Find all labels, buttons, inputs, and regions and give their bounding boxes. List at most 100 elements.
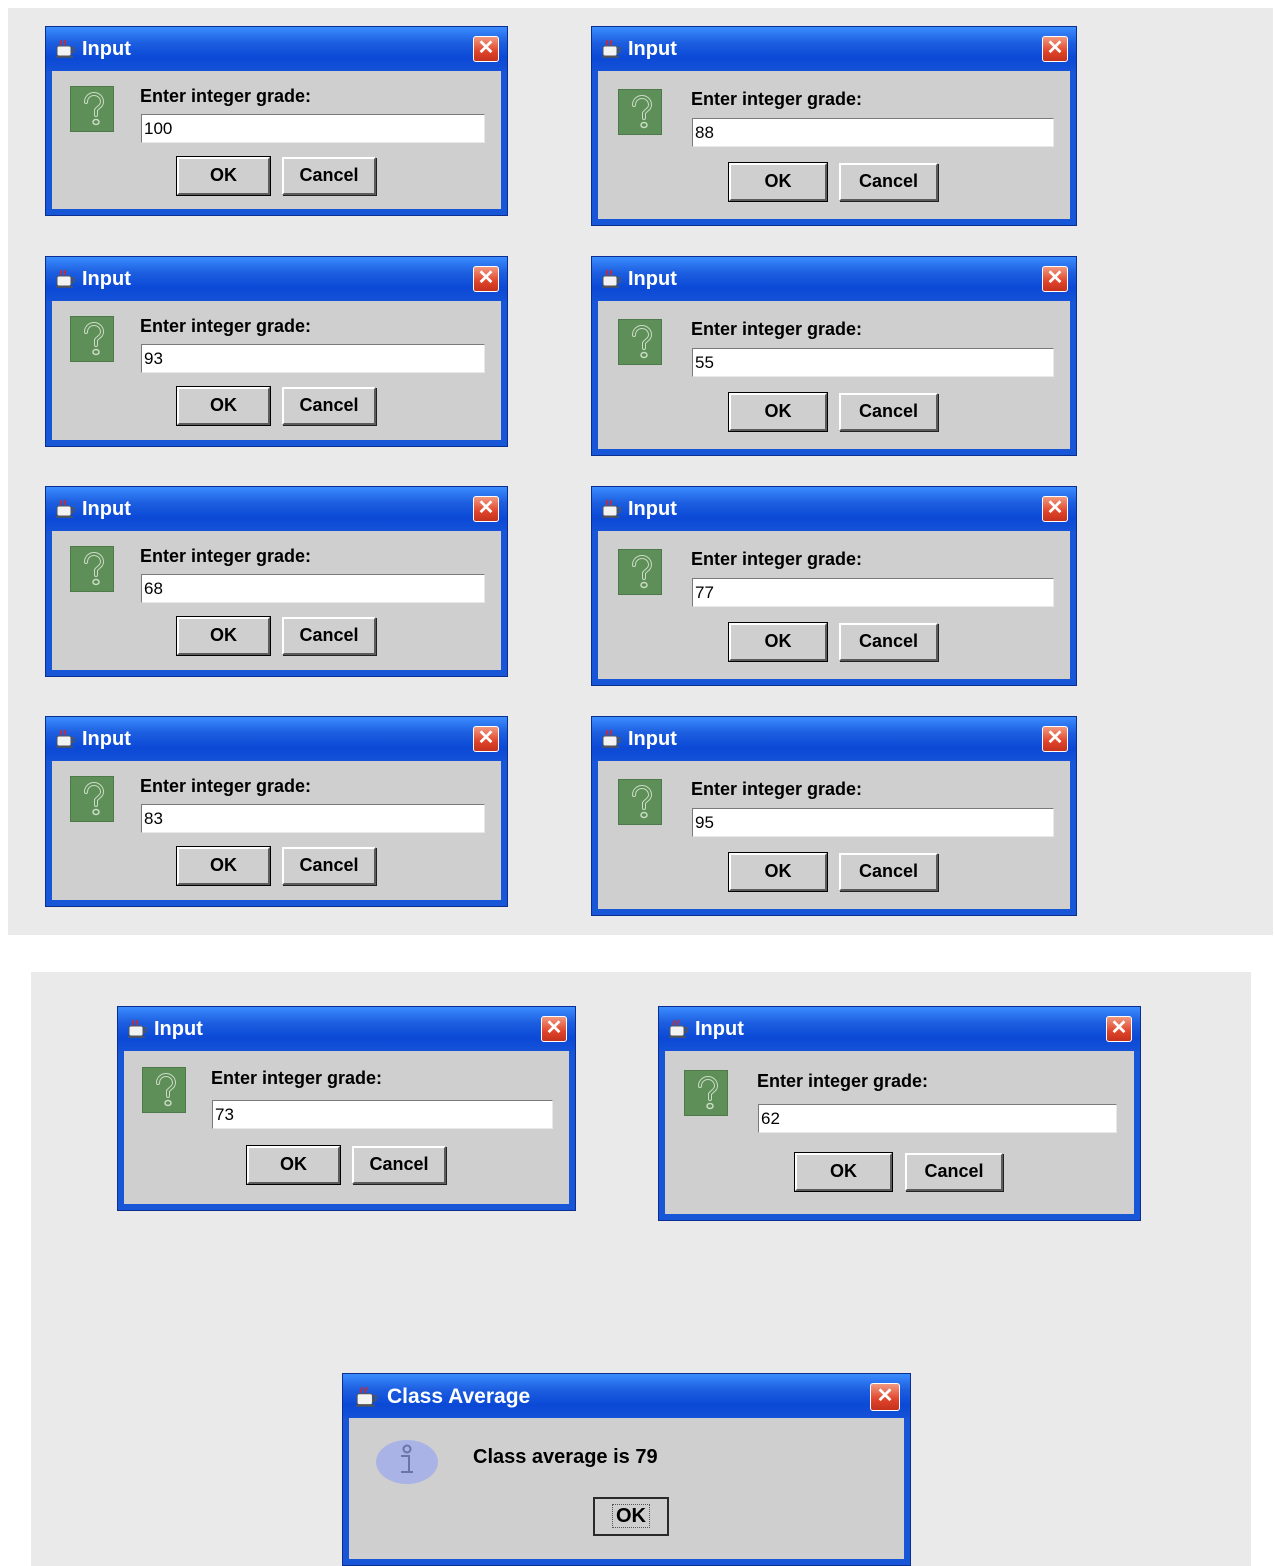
input-dialog: Input ✕ Enter integer grade: 93 OK Cance… [45, 256, 508, 447]
java-cup-icon [56, 499, 75, 518]
java-cup-icon [56, 269, 75, 288]
title-bar[interactable]: Input ✕ [46, 717, 507, 761]
cancel-button[interactable]: Cancel [839, 623, 938, 661]
grade-input[interactable]: 83 [141, 804, 485, 833]
cancel-button[interactable]: Cancel [282, 847, 376, 885]
info-icon [376, 1440, 438, 1484]
prompt-label: Enter integer grade: [140, 546, 312, 566]
ok-button[interactable]: OK [176, 386, 271, 426]
cancel-button[interactable]: Cancel [839, 163, 938, 201]
input-dialog: Input ✕ Enter integer grade: 77 OK Cance… [591, 486, 1077, 686]
title-bar[interactable]: Input ✕ [118, 1007, 575, 1051]
prompt-label: Enter integer grade: [140, 776, 312, 796]
java-cup-icon [356, 1386, 377, 1407]
close-icon: ✕ [477, 727, 495, 749]
message-text: Class average is 79 [473, 1446, 658, 1468]
cancel-button[interactable]: Cancel [905, 1153, 1003, 1191]
ok-button[interactable]: OK [176, 846, 271, 886]
ok-button[interactable]: OK [728, 392, 828, 432]
ok-button[interactable]: OK [728, 162, 828, 202]
dialog-title: Input [628, 38, 677, 60]
cancel-button[interactable]: Cancel [839, 853, 938, 891]
input-dialog: Input ✕ Enter integer grade: 83 OK Cance… [45, 716, 508, 907]
title-bar[interactable]: Input ✕ [46, 27, 507, 71]
close-button[interactable]: ✕ [473, 496, 499, 522]
close-icon: ✕ [1110, 1017, 1128, 1039]
cancel-button[interactable]: Cancel [352, 1146, 446, 1184]
close-button[interactable]: ✕ [1042, 266, 1068, 292]
prompt-label: Enter integer grade: [691, 319, 863, 339]
dialog-title: Class Average [387, 1385, 531, 1408]
class-average-dialog: Class Average ✕ Class average is 79 OK [342, 1373, 911, 1566]
grade-input[interactable]: 77 [692, 578, 1054, 607]
ok-button[interactable]: OK [728, 852, 828, 892]
input-dialog: Input ✕ Enter integer grade: 100 OK Canc… [45, 26, 508, 216]
grade-input[interactable]: 55 [692, 348, 1054, 377]
cancel-button[interactable]: Cancel [282, 617, 376, 655]
close-button[interactable]: ✕ [473, 726, 499, 752]
close-button[interactable]: ✕ [1042, 496, 1068, 522]
ok-button[interactable]: OK [246, 1145, 341, 1185]
title-bar[interactable]: Input ✕ [46, 257, 507, 301]
close-button[interactable]: ✕ [541, 1016, 567, 1042]
close-button[interactable]: ✕ [1042, 726, 1068, 752]
grade-input[interactable]: 100 [141, 114, 485, 143]
question-icon [618, 89, 662, 135]
question-icon [70, 546, 114, 592]
input-dialog: Input ✕ Enter integer grade: 62 OK Cance… [658, 1006, 1141, 1221]
dialog-title: Input [82, 268, 131, 290]
dialog-body: Enter integer grade: 55 OK Cancel [598, 301, 1070, 449]
ok-button[interactable]: OK [176, 616, 271, 656]
input-dialog: Input ✕ Enter integer grade: 88 OK Cance… [591, 26, 1077, 226]
close-icon: ✕ [1046, 37, 1064, 59]
title-bar[interactable]: Input ✕ [592, 487, 1076, 531]
title-bar[interactable]: Input ✕ [592, 717, 1076, 761]
question-icon [618, 779, 662, 825]
grade-input[interactable]: 93 [141, 344, 485, 373]
close-icon: ✕ [876, 1385, 894, 1407]
question-icon [70, 86, 114, 132]
dialog-body: Enter integer grade: 93 OK Cancel [52, 301, 501, 440]
java-cup-icon [669, 1019, 688, 1038]
title-bar[interactable]: Input ✕ [659, 1007, 1140, 1051]
close-button[interactable]: ✕ [1106, 1016, 1132, 1042]
grade-input[interactable]: 95 [692, 808, 1054, 837]
cancel-button[interactable]: Cancel [282, 387, 376, 425]
dialog-title: Input [82, 498, 131, 520]
grade-input[interactable]: 68 [141, 574, 485, 603]
input-dialog: Input ✕ Enter integer grade: 95 OK Cance… [591, 716, 1077, 916]
dialog-body: Enter integer grade: 62 OK Cancel [665, 1051, 1134, 1214]
ok-button[interactable]: OK [593, 1497, 669, 1536]
dialog-body: Class average is 79 OK [349, 1418, 904, 1559]
dialog-title: Input [628, 498, 677, 520]
cancel-button[interactable]: Cancel [839, 393, 938, 431]
close-button[interactable]: ✕ [870, 1383, 900, 1411]
input-dialog: Input ✕ Enter integer grade: 55 OK Cance… [591, 256, 1077, 456]
close-button[interactable]: ✕ [473, 36, 499, 62]
ok-button[interactable]: OK [176, 156, 271, 196]
prompt-label: Enter integer grade: [691, 89, 863, 109]
title-bar[interactable]: Input ✕ [592, 257, 1076, 301]
close-icon: ✕ [477, 497, 495, 519]
java-cup-icon [56, 39, 75, 58]
close-icon: ✕ [1046, 727, 1064, 749]
input-dialog: Input ✕ Enter integer grade: 68 OK Cance… [45, 486, 508, 677]
title-bar[interactable]: Class Average ✕ [343, 1374, 910, 1418]
close-button[interactable]: ✕ [473, 266, 499, 292]
question-icon [618, 319, 662, 365]
dialog-title: Input [695, 1018, 744, 1040]
grade-input[interactable]: 62 [758, 1104, 1117, 1133]
question-icon [70, 316, 114, 362]
ok-button[interactable]: OK [728, 622, 828, 662]
title-bar[interactable]: Input ✕ [592, 27, 1076, 71]
dialog-title: Input [628, 268, 677, 290]
close-button[interactable]: ✕ [1042, 36, 1068, 62]
grade-input[interactable]: 88 [692, 118, 1054, 147]
dialog-title: Input [154, 1018, 203, 1040]
grade-input[interactable]: 73 [212, 1100, 553, 1129]
prompt-label: Enter integer grade: [691, 779, 863, 799]
dialog-body: Enter integer grade: 88 OK Cancel [598, 71, 1070, 219]
ok-button[interactable]: OK [794, 1152, 893, 1192]
cancel-button[interactable]: Cancel [282, 157, 376, 195]
title-bar[interactable]: Input ✕ [46, 487, 507, 531]
